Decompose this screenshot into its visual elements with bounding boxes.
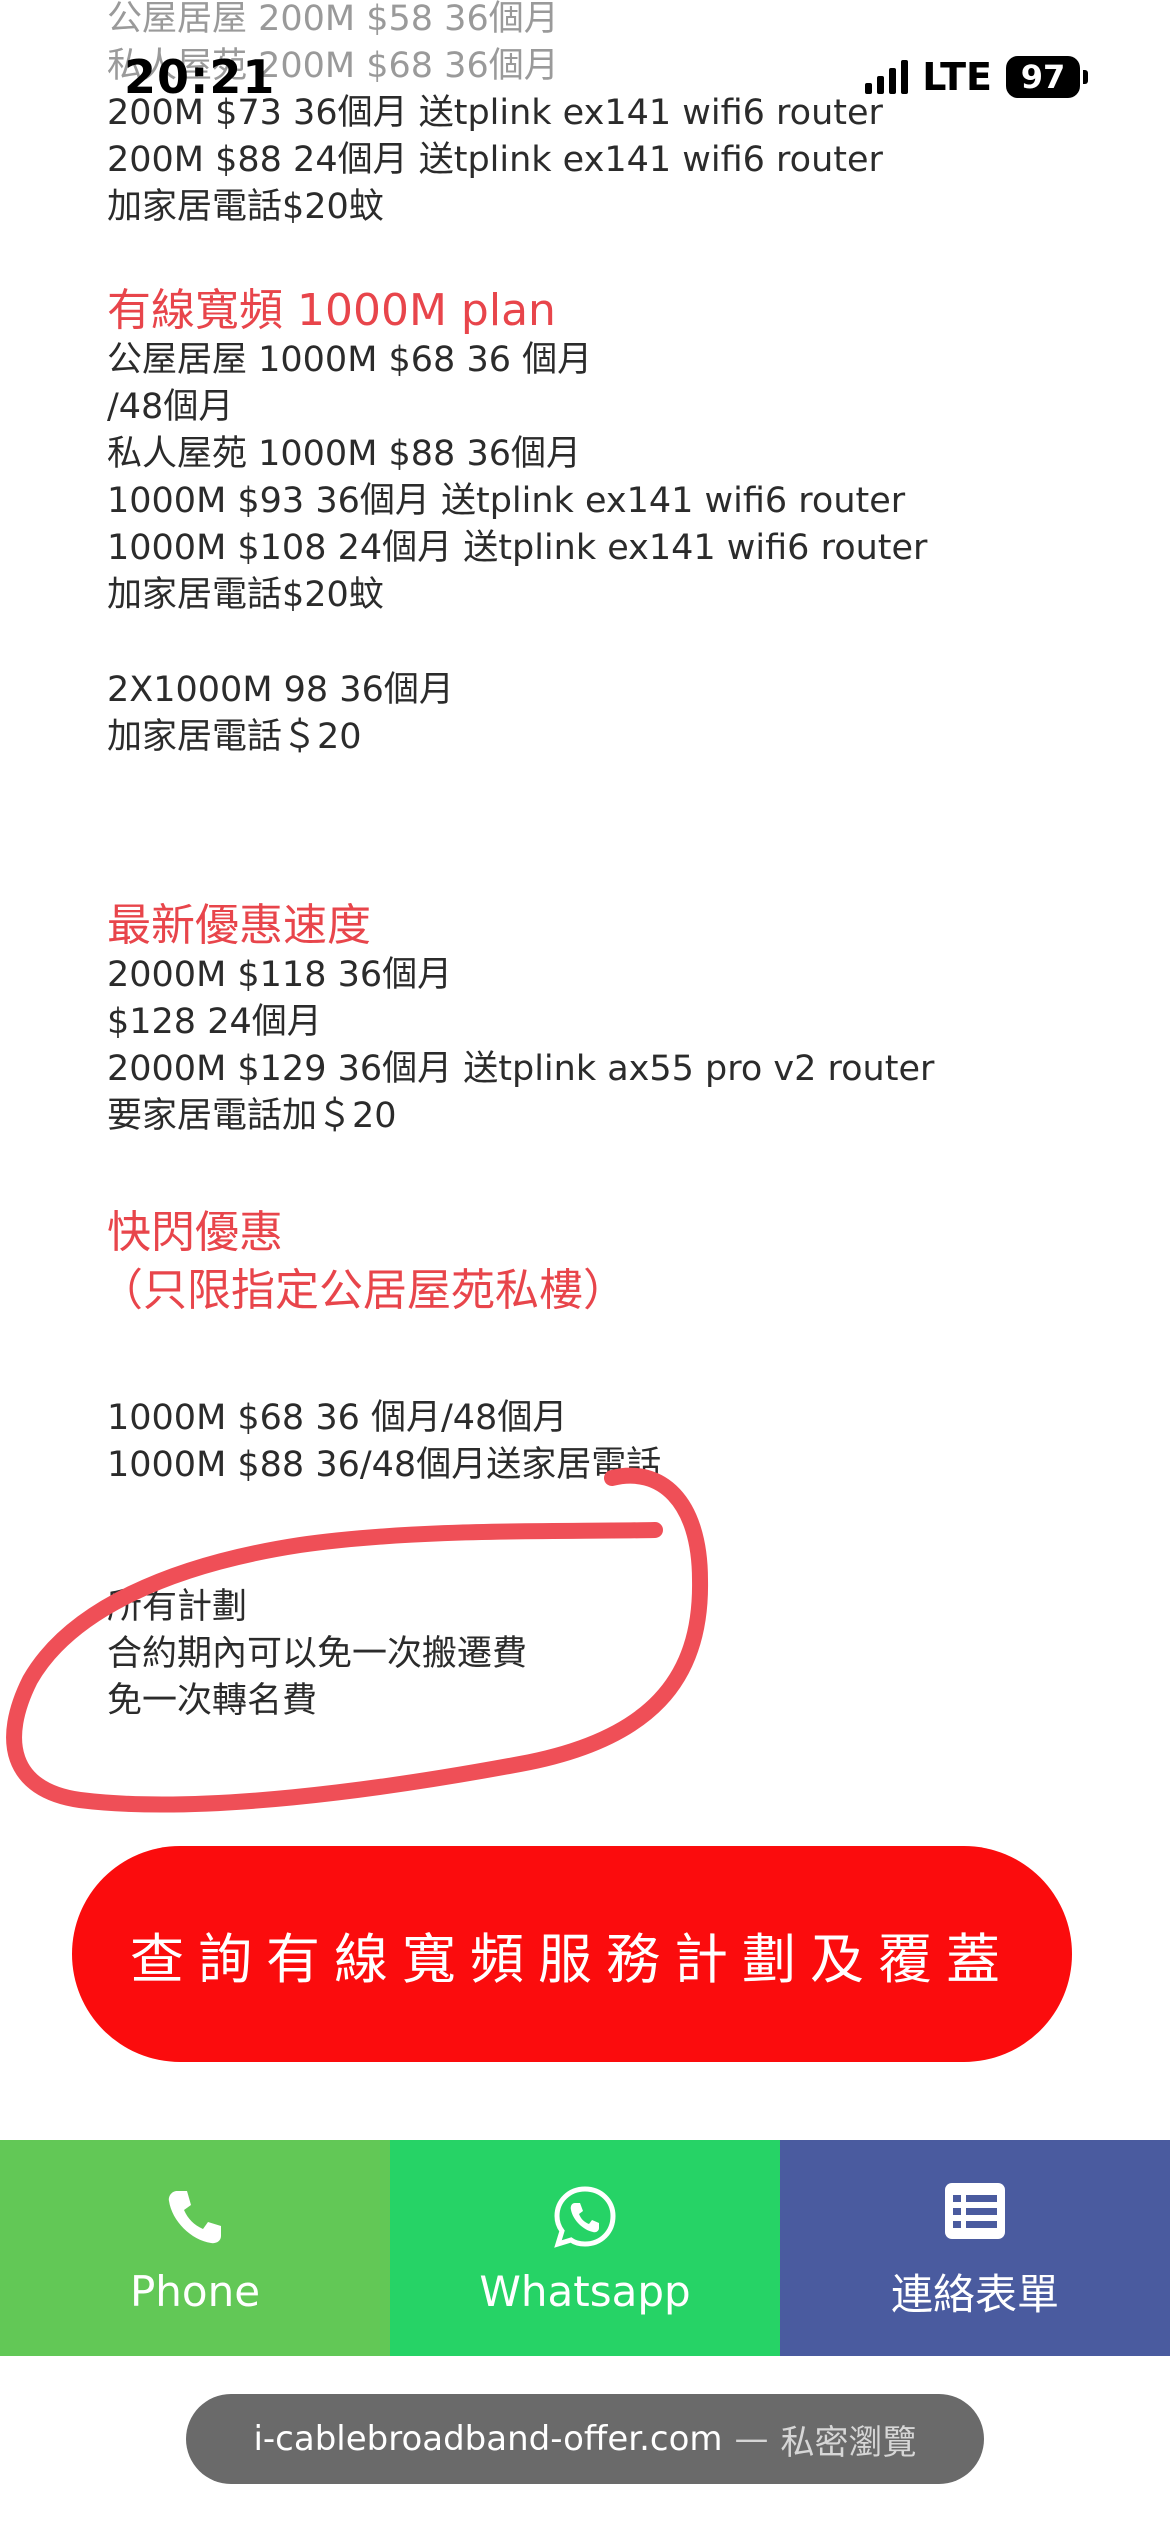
plan-line: 200M $88 24個月 送tplink ex141 wifi6 router: [107, 140, 883, 180]
cta-label: 查詢有線寬頻服務計劃及覆蓋: [130, 1927, 1014, 1991]
contact-form-button[interactable]: 連絡表單: [780, 2140, 1170, 2356]
plan-line: 免一次轉名費: [107, 1681, 318, 1721]
plan-line: 公屋居屋 200M $58 36個月: [107, 0, 559, 39]
plan-line: 1000M $68 36 個月/48個月: [107, 1398, 568, 1438]
plan-line: 公屋居屋 1000M $68 36 個月: [107, 340, 593, 380]
plan-line: 加家居電話＄20: [107, 717, 362, 757]
status-time: 20:21: [124, 50, 276, 104]
plan-line: 私人屋苑 1000M $88 36個月: [107, 434, 581, 474]
phone-button[interactable]: Phone: [0, 2140, 390, 2356]
url-bar[interactable]: i-cablebroadband-offer.com — 私密瀏覽: [186, 2394, 984, 2484]
plan-line: 1000M $93 36個月 送tplink ex141 wifi6 route…: [107, 481, 906, 521]
section-heading-latest-offer: 最新優惠速度: [107, 900, 371, 951]
plan-line: 合約期內可以免一次搬遷費: [107, 1634, 528, 1674]
plan-line: 加家居電話$20蚊: [107, 575, 384, 615]
contact-bar: Phone Whatsapp 連絡表單: [0, 2140, 1170, 2356]
contact-form-label: 連絡表單: [890, 2269, 1059, 2319]
plan-line: 加家居電話$20蚊: [107, 187, 384, 227]
status-indicators: LTE 97: [865, 52, 1088, 102]
whatsapp-button[interactable]: Whatsapp: [390, 2140, 780, 2356]
battery-icon: 97: [1006, 56, 1088, 98]
phone-icon: [159, 2181, 231, 2253]
whatsapp-label: Whatsapp: [479, 2266, 691, 2316]
section-subheading-flash-offer: （只限指定公居屋苑私樓）: [99, 1265, 627, 1316]
check-plans-coverage-button[interactable]: 查詢有線寬頻服務計劃及覆蓋: [72, 1846, 1072, 2062]
private-browsing-label: 私密瀏覽: [780, 2422, 917, 2463]
url-separator: —: [734, 2419, 769, 2459]
plan-line: 要家居電話加＄20: [107, 1096, 397, 1136]
plan-line: 2000M $118 36個月: [107, 955, 453, 995]
plan-line: 所有計劃: [107, 1587, 248, 1627]
url-domain: i-cablebroadband-offer.com: [253, 2419, 723, 2459]
plan-line: 2X1000M 98 36個月: [107, 670, 454, 710]
plan-line: /48個月: [107, 387, 234, 427]
form-list-icon: [939, 2175, 1011, 2247]
plan-line: $128 24個月: [107, 1002, 322, 1042]
section-heading-1000m: 有線寬頻 1000M plan: [107, 285, 556, 336]
battery-level: 97: [1006, 56, 1080, 98]
whatsapp-icon: [549, 2181, 621, 2253]
phone-label: Phone: [129, 2266, 261, 2316]
signal-icon: [865, 60, 909, 94]
plan-line: 1000M $88 36/48個月送家居電話: [107, 1445, 662, 1485]
section-heading-flash-offer: 快閃優惠: [107, 1207, 283, 1258]
plan-line: 2000M $129 36個月 送tplink ax55 pro v2 rout…: [107, 1049, 935, 1089]
network-label: LTE: [922, 55, 992, 99]
plan-line: 1000M $108 24個月 送tplink ex141 wifi6 rout…: [107, 528, 928, 568]
